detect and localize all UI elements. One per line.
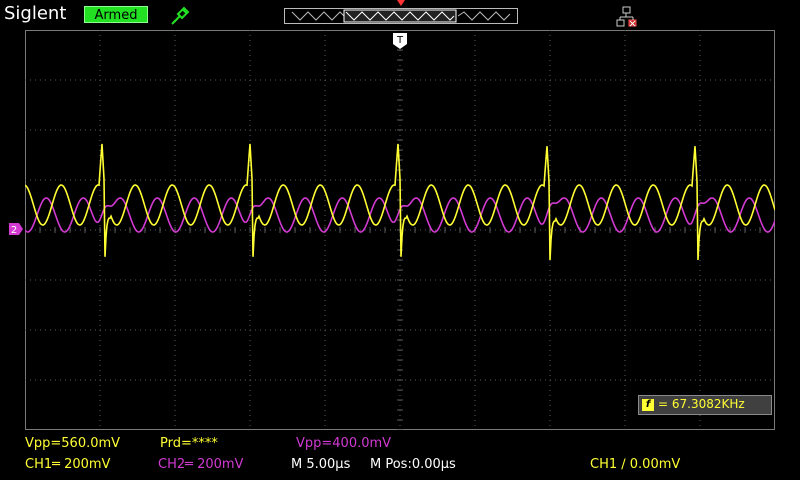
memory-position-bar (284, 8, 518, 24)
trigger-readout[interactable]: CH1 ∕ 0.00mV (590, 457, 680, 472)
acquisition-status-badge: Armed (84, 6, 148, 23)
ch1-vpp-measurement: Vpp=560.0mV (25, 436, 121, 451)
svg-text:2: 2 (11, 225, 17, 236)
frequency-counter: f = 67.3082KHz (638, 395, 772, 415)
ch2-vpp-measurement: Vpp=400.0mV (296, 436, 392, 451)
svg-text:T: T (396, 35, 404, 46)
ch1-scale[interactable]: CH1═ 200mV (25, 457, 110, 472)
frequency-value: = 67.3082KHz (658, 397, 745, 411)
ch2-ground-marker-icon[interactable]: 2 (8, 222, 24, 236)
network-disconnected-icon (616, 6, 637, 27)
probe-icon (171, 6, 190, 25)
trigger-time-cursor-icon: T (393, 33, 407, 49)
frequency-icon: f (642, 399, 654, 411)
timebase-readout[interactable]: M 5.00µs (291, 457, 350, 472)
waveform-display[interactable] (25, 30, 775, 430)
ch2-scale[interactable]: CH2═ 200mV (158, 457, 243, 472)
period-measurement: Prd=**** (160, 436, 218, 451)
trigger-position-marker-icon (397, 0, 405, 6)
brand-label: Siglent (4, 3, 67, 24)
top-bar: Siglent Armed (0, 0, 800, 30)
horizontal-position-readout[interactable]: M Pos:0.00µs (370, 457, 456, 472)
